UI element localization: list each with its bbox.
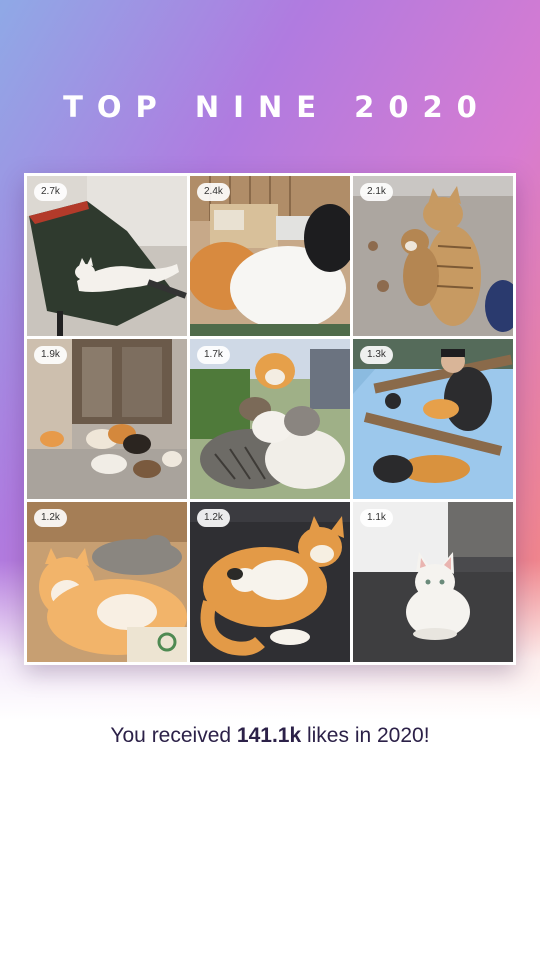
likes-badge: 2.4k [197, 183, 230, 201]
likes-badge: 1.2k [197, 509, 230, 527]
likes-badge: 2.1k [360, 183, 393, 201]
summary-suffix: likes in 2020! [301, 724, 430, 747]
likes-badge: 1.2k [34, 509, 67, 527]
total-likes: 141.1k [236, 724, 302, 747]
photo-tile-3[interactable]: 2.1k [353, 176, 513, 336]
photo-tile-9[interactable]: 1.1k [353, 502, 513, 662]
likes-badge: 2.7k [34, 183, 67, 201]
photo-tile-4[interactable]: 1.9k [27, 339, 187, 499]
likes-badge: 1.9k [34, 346, 67, 364]
photo-grid: 2.7k 2.4k 2.1k 1.9k 1.7k 1.3k 1.2k 1.2k … [27, 176, 513, 662]
photo-tile-1[interactable]: 2.7k [27, 176, 187, 336]
likes-summary: You received 141.1k likes in 2020! [0, 724, 540, 748]
photo-tile-6[interactable]: 1.3k [353, 339, 513, 499]
photo-tile-2[interactable]: 2.4k [190, 176, 350, 336]
photo-tile-7[interactable]: 1.2k [27, 502, 187, 662]
page-title: TOP NINE 2020 [63, 90, 491, 124]
summary-prefix: You received [110, 724, 237, 747]
photo-tile-8[interactable]: 1.2k [190, 502, 350, 662]
photo-tile-5[interactable]: 1.7k [190, 339, 350, 499]
likes-badge: 1.1k [360, 509, 393, 527]
likes-badge: 1.3k [360, 346, 393, 364]
top-nine-grid-card: 2.7k 2.4k 2.1k 1.9k 1.7k 1.3k 1.2k 1.2k … [24, 173, 516, 665]
likes-badge: 1.7k [197, 346, 230, 364]
